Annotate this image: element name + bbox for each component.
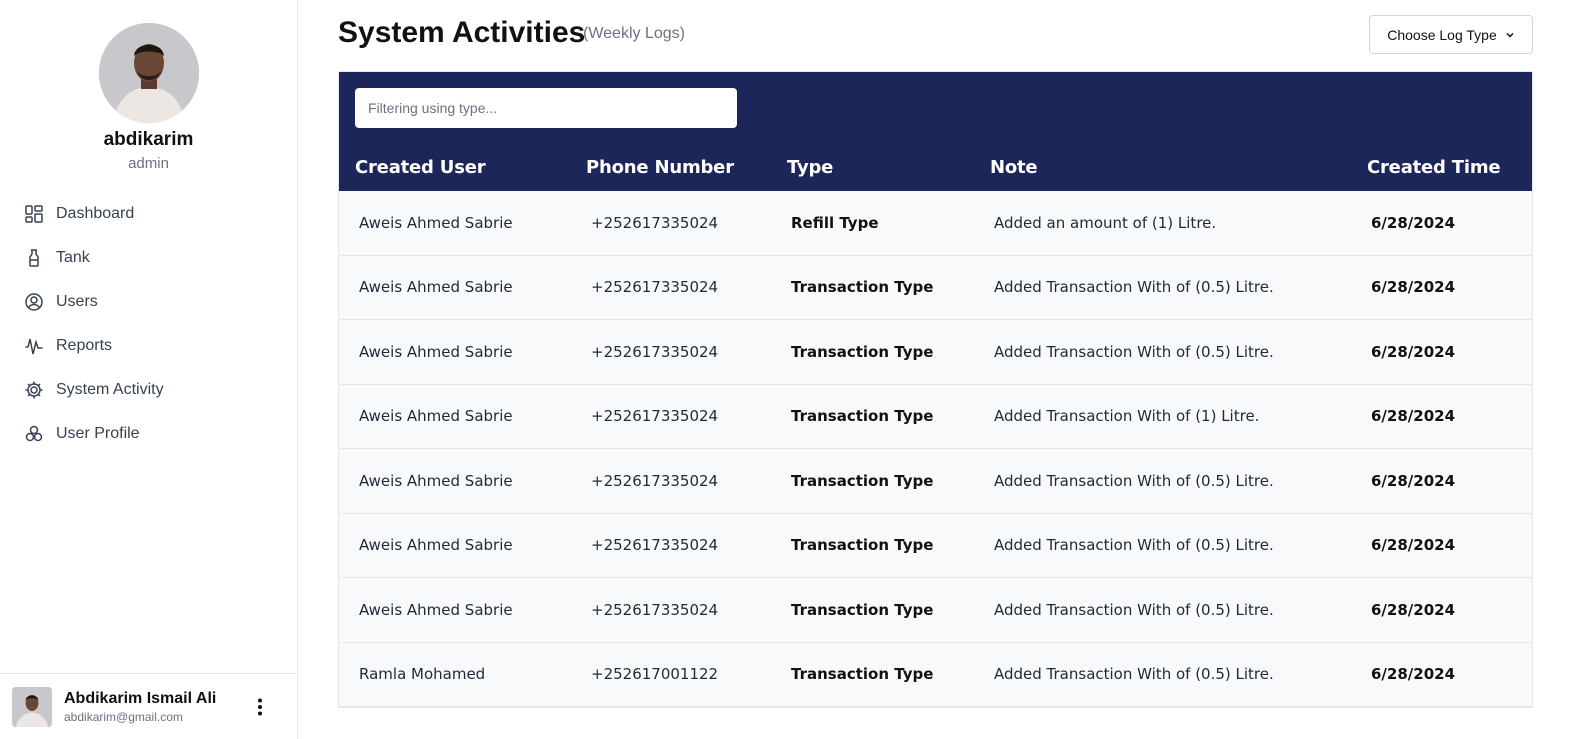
profile-name: abdikarim	[103, 129, 194, 150]
column-header-type[interactable]: Type	[787, 157, 833, 178]
sidebar-item-users[interactable]: Users	[0, 280, 297, 324]
log-type-select[interactable]: Choose Log Type	[1369, 15, 1533, 54]
sidebar-item-label: Dashboard	[56, 205, 135, 222]
sidebar-item-dashboard[interactable]: Dashboard	[0, 192, 297, 236]
reports-icon	[24, 336, 44, 356]
sidebar-item-tank[interactable]: Tank	[0, 236, 297, 280]
sidebar-item-label: User Profile	[56, 425, 140, 442]
table-row[interactable]: Ramla Mohamed +252617001122 Transaction …	[339, 642, 1532, 707]
cell-phone-number: +252617335024	[591, 278, 719, 297]
sidebar-item-label: System Activity	[56, 381, 164, 398]
sidebar-item-reports[interactable]: Reports	[0, 324, 297, 368]
log-type-select-label: Choose Log Type	[1387, 26, 1497, 43]
cell-type: Transaction Type	[791, 600, 934, 619]
cell-created-user: Aweis Ahmed Sabrie	[359, 407, 513, 426]
avatar	[12, 686, 52, 727]
cell-created-time: 6/28/2024	[1371, 471, 1456, 490]
cell-phone-number: +252617335024	[591, 407, 719, 426]
table-row[interactable]: Aweis Ahmed Sabrie +252617335024 Transac…	[339, 255, 1532, 320]
activity-table: Created User Phone Number Type Note Crea…	[338, 71, 1533, 708]
sidebar: abdikarim admin Dashboard Tank Users Rep…	[0, 0, 298, 739]
cell-created-user: Aweis Ahmed Sabrie	[359, 213, 513, 232]
current-user-name: Abdikarim Ismail Ali	[64, 689, 217, 707]
sidebar-item-system-activity[interactable]: System Activity	[0, 368, 297, 412]
sidebar-item-user-profile[interactable]: User Profile	[0, 412, 297, 456]
cell-note: Added Transaction With of (0.5) Litre.	[994, 471, 1274, 490]
cell-phone-number: +252617335024	[591, 600, 719, 619]
column-header-created-time[interactable]: Created Time	[1367, 157, 1501, 178]
column-header-phone-number[interactable]: Phone Number	[586, 157, 734, 178]
page-subtitle: (Weekly Logs)	[583, 25, 685, 42]
cell-created-user: Aweis Ahmed Sabrie	[359, 342, 513, 361]
cell-note: Added Transaction With of (0.5) Litre.	[994, 665, 1274, 684]
cell-note: Added Transaction With of (0.5) Litre.	[994, 536, 1274, 555]
profile-card: abdikarim admin	[0, 0, 297, 172]
cell-created-user: Aweis Ahmed Sabrie	[359, 278, 513, 297]
cell-type: Transaction Type	[791, 536, 934, 555]
cell-phone-number: +252617335024	[591, 471, 719, 490]
page-title: System Activities	[338, 16, 586, 49]
tank-icon	[24, 248, 44, 268]
column-header-created-user[interactable]: Created User	[355, 157, 486, 178]
filter-input[interactable]	[355, 88, 737, 128]
cell-created-user: Aweis Ahmed Sabrie	[359, 536, 513, 555]
profile-role: admin	[128, 155, 169, 172]
sidebar-item-label: Users	[56, 293, 98, 310]
cell-created-user: Aweis Ahmed Sabrie	[359, 471, 513, 490]
cell-created-time: 6/28/2024	[1371, 665, 1456, 684]
cell-note: Added Transaction With of (0.5) Litre.	[994, 278, 1274, 297]
system-activity-icon	[24, 380, 44, 400]
user-profile-icon	[24, 424, 44, 444]
cell-type: Transaction Type	[791, 342, 934, 361]
cell-created-user: Ramla Mohamed	[359, 665, 486, 684]
kebab-menu-icon[interactable]	[245, 692, 275, 722]
cell-note: Added an amount of (1) Litre.	[994, 213, 1217, 232]
table-row[interactable]: Aweis Ahmed Sabrie +252617335024 Transac…	[339, 513, 1532, 578]
cell-created-time: 6/28/2024	[1371, 278, 1456, 297]
main-content: System Activities (Weekly Logs) Choose L…	[338, 0, 1533, 708]
cell-created-time: 6/28/2024	[1371, 536, 1456, 555]
cell-type: Transaction Type	[791, 407, 934, 426]
cell-created-time: 6/28/2024	[1371, 407, 1456, 426]
table-row[interactable]: Aweis Ahmed Sabrie +252617335024 Transac…	[339, 320, 1532, 385]
cell-note: Added Transaction With of (0.5) Litre.	[994, 600, 1274, 619]
current-user-info: Abdikarim Ismail Ali abdikarim@gmail.com	[64, 690, 245, 724]
cell-note: Added Transaction With of (1) Litre.	[994, 407, 1260, 426]
cell-type: Transaction Type	[791, 665, 934, 684]
cell-created-user: Aweis Ahmed Sabrie	[359, 600, 513, 619]
table-row[interactable]: Aweis Ahmed Sabrie +252617335024 Transac…	[339, 384, 1532, 449]
current-user-footer: Abdikarim Ismail Ali abdikarim@gmail.com	[0, 673, 297, 739]
sidebar-nav: Dashboard Tank Users Reports System Acti…	[0, 192, 297, 456]
cell-created-time: 6/28/2024	[1371, 213, 1456, 232]
cell-phone-number: +252617335024	[591, 536, 719, 555]
dashboard-icon	[24, 204, 44, 224]
current-user-email: abdikarim@gmail.com	[64, 709, 183, 724]
column-header-note[interactable]: Note	[990, 157, 1038, 178]
cell-created-time: 6/28/2024	[1371, 600, 1456, 619]
cell-created-time: 6/28/2024	[1371, 342, 1456, 361]
table-header: Created User Phone Number Type Note Crea…	[339, 72, 1532, 191]
avatar	[98, 23, 199, 123]
sidebar-item-label: Tank	[56, 249, 90, 266]
cell-phone-number: +252617001122	[591, 665, 719, 684]
table-row[interactable]: Aweis Ahmed Sabrie +252617335024 Transac…	[339, 578, 1532, 643]
users-icon	[24, 292, 44, 312]
cell-type: Refill Type	[791, 213, 879, 232]
sidebar-item-label: Reports	[56, 337, 113, 354]
page-header: System Activities (Weekly Logs) Choose L…	[338, 0, 1533, 72]
table-row[interactable]: Aweis Ahmed Sabrie +252617335024 Transac…	[339, 449, 1532, 514]
table-row[interactable]: Aweis Ahmed Sabrie +252617335024 Refill …	[339, 191, 1532, 256]
cell-note: Added Transaction With of (0.5) Litre.	[994, 342, 1274, 361]
cell-type: Transaction Type	[791, 278, 934, 297]
chevron-down-icon	[1505, 27, 1515, 43]
cell-type: Transaction Type	[791, 471, 934, 490]
cell-phone-number: +252617335024	[591, 342, 719, 361]
cell-phone-number: +252617335024	[591, 213, 719, 232]
